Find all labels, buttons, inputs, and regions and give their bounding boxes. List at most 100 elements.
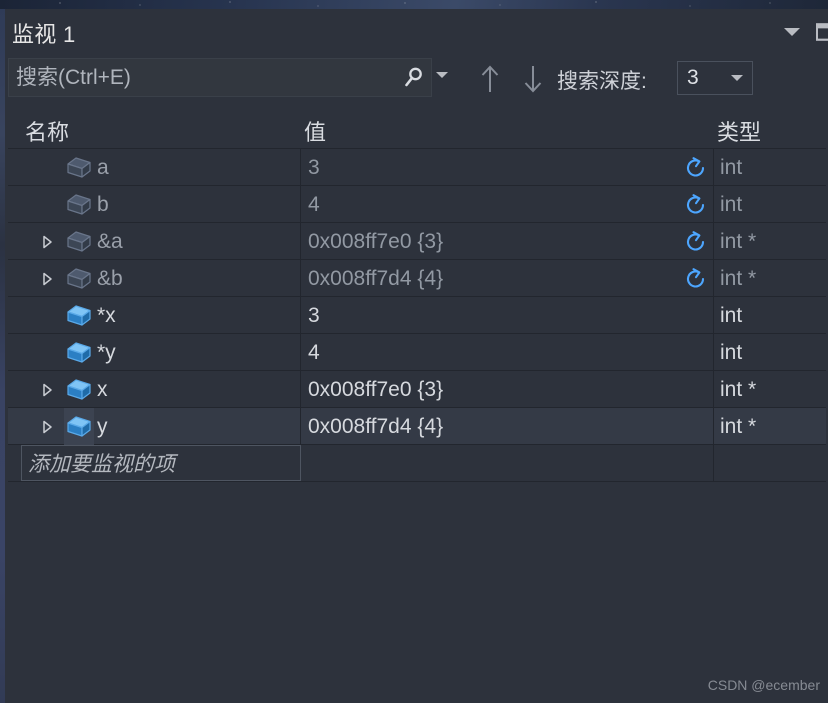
variable-cube-icon bbox=[64, 149, 94, 186]
watch-row[interactable]: b 4 int bbox=[8, 186, 826, 223]
search-depth-value: 3 bbox=[687, 66, 699, 89]
watch-row-value-cell[interactable]: 0x008ff7d4 {4} bbox=[301, 260, 713, 297]
watch-row-type: int bbox=[720, 340, 743, 364]
watch-row-type: int bbox=[720, 155, 743, 179]
search-next-arrow-down-icon[interactable] bbox=[518, 64, 548, 94]
watch-row-type: int bbox=[720, 303, 743, 327]
watch-row-value-cell[interactable]: 3 bbox=[301, 297, 713, 334]
watermark: CSDN @ecember bbox=[707, 677, 820, 693]
watch-row-value-cell[interactable]: 0x008ff7e0 {3} bbox=[301, 223, 713, 260]
watch-row-type-cell: int * bbox=[714, 371, 826, 408]
search-depth-chevron-down-icon[interactable] bbox=[731, 75, 743, 81]
watch-row[interactable]: *y 4 int bbox=[8, 334, 826, 371]
watch-row-value-cell[interactable]: 4 bbox=[301, 186, 713, 223]
watch-row-value-cell[interactable]: 4 bbox=[301, 334, 713, 371]
window-dock-icon[interactable] bbox=[816, 22, 828, 42]
titlebar-actions bbox=[782, 22, 828, 42]
variable-cube-icon bbox=[64, 334, 94, 371]
watch-row-type-cell: int bbox=[714, 186, 826, 223]
variable-cube-icon bbox=[64, 371, 94, 408]
watch-row[interactable]: &b 0x008ff7d4 {4} int * bbox=[8, 260, 826, 297]
watch-row-name: &a bbox=[97, 229, 123, 253]
watch-row-value: 0x008ff7d4 {4} bbox=[308, 414, 444, 438]
column-divider-name-value bbox=[300, 445, 301, 481]
watch-row-value-cell[interactable]: 0x008ff7d4 {4} bbox=[301, 408, 713, 445]
variable-cube-icon bbox=[64, 186, 94, 223]
search-prev-arrow-up-icon[interactable] bbox=[475, 64, 505, 94]
add-watch-item-input[interactable]: 添加要监视的项 bbox=[21, 445, 300, 481]
variable-cube-icon bbox=[64, 297, 94, 334]
watch-row-name-cell[interactable]: x bbox=[8, 371, 300, 408]
watch-row-value: 4 bbox=[308, 340, 320, 364]
expand-chevron-right-icon[interactable] bbox=[34, 260, 60, 297]
watch-row-type-cell: int * bbox=[714, 408, 826, 445]
watch-add-item-row[interactable]: 添加要监视的项 bbox=[8, 445, 826, 482]
watch-row-name-cell[interactable]: y bbox=[8, 408, 300, 445]
watch-grid: 名称 值 类型 a 3 int b 4 int &a 0x008ff7e0 {3} int * &… bbox=[8, 110, 826, 482]
watch-row-value-cell[interactable]: 3 bbox=[301, 149, 713, 186]
watch-row-name: b bbox=[97, 192, 109, 216]
expand-chevron-right-icon[interactable] bbox=[34, 408, 60, 445]
expand-chevron-right-icon[interactable] bbox=[34, 371, 60, 408]
watch-row-name-cell[interactable]: &a bbox=[8, 223, 300, 260]
search-box[interactable] bbox=[8, 58, 432, 97]
watch-row-type-cell: int bbox=[714, 297, 826, 334]
watch-row-name-cell[interactable]: *x bbox=[8, 297, 300, 334]
refresh-value-icon[interactable] bbox=[684, 230, 708, 254]
column-header-type[interactable]: 类型 bbox=[717, 115, 761, 147]
watch-row-name-cell[interactable]: &b bbox=[8, 260, 300, 297]
watch-row-value: 3 bbox=[308, 155, 320, 179]
search-input[interactable] bbox=[9, 65, 397, 90]
window-title: 监视 1 bbox=[12, 22, 76, 47]
watch-row-name-cell[interactable]: a bbox=[8, 149, 300, 186]
column-divider-value-type bbox=[713, 445, 714, 481]
watch-toolbar: 搜索深度: 3 bbox=[5, 54, 828, 105]
watch-row-type-cell: int * bbox=[714, 260, 826, 297]
variable-cube-icon bbox=[64, 408, 94, 445]
watch-row-value: 0x008ff7e0 {3} bbox=[308, 229, 444, 253]
watch-row-name: *x bbox=[97, 303, 116, 327]
watch-row[interactable]: a 3 int bbox=[8, 149, 826, 186]
watch-row-name-cell[interactable]: b bbox=[8, 186, 300, 223]
watch-row[interactable]: y 0x008ff7d4 {4} int * bbox=[8, 408, 826, 445]
watch-row[interactable]: x 0x008ff7e0 {3} int * bbox=[8, 371, 826, 408]
expand-chevron-right-icon[interactable] bbox=[34, 223, 60, 260]
watch-row[interactable]: *x 3 int bbox=[8, 297, 826, 334]
variable-cube-icon bbox=[64, 260, 94, 297]
column-header-name[interactable]: 名称 bbox=[25, 115, 69, 147]
refresh-value-icon[interactable] bbox=[684, 156, 708, 180]
variable-cube-icon bbox=[64, 223, 94, 260]
desktop-background-strip bbox=[0, 0, 828, 9]
watch-row-name: &b bbox=[97, 266, 123, 290]
chevron-down-icon[interactable] bbox=[782, 22, 802, 42]
watch-row-value: 0x008ff7d4 {4} bbox=[308, 266, 444, 290]
watch-grid-header: 名称 值 类型 bbox=[8, 110, 826, 149]
watch-row[interactable]: &a 0x008ff7e0 {3} int * bbox=[8, 223, 826, 260]
watch-row-type: int * bbox=[720, 377, 757, 401]
search-depth-label: 搜索深度: bbox=[557, 70, 647, 93]
watch-row-type: int bbox=[720, 192, 743, 216]
watch-row-value: 0x008ff7e0 {3} bbox=[308, 377, 444, 401]
watch-row-name: a bbox=[97, 155, 109, 179]
watch-row-name: *y bbox=[97, 340, 116, 364]
watch-row-name: y bbox=[97, 414, 108, 438]
watch-row-type: int * bbox=[720, 229, 757, 253]
watch-row-value: 4 bbox=[308, 192, 320, 216]
search-options-chevron-down-icon[interactable] bbox=[436, 72, 448, 78]
watch-row-name: x bbox=[97, 377, 108, 401]
watch-row-value: 3 bbox=[308, 303, 320, 327]
watch-grid-body: a 3 int b 4 int &a 0x008ff7e0 {3} int * &b 0x008ff… bbox=[8, 149, 826, 482]
watch-row-type-cell: int bbox=[714, 334, 826, 371]
search-depth-combobox[interactable]: 3 bbox=[677, 61, 753, 95]
watch-row-name-cell[interactable]: *y bbox=[8, 334, 300, 371]
watch-row-type-cell: int * bbox=[714, 223, 826, 260]
add-watch-item-label: 添加要监视的项 bbox=[28, 453, 175, 476]
column-header-value[interactable]: 值 bbox=[304, 115, 326, 147]
refresh-value-icon[interactable] bbox=[684, 267, 708, 291]
watch-row-type: int * bbox=[720, 414, 757, 438]
refresh-value-icon[interactable] bbox=[684, 193, 708, 217]
watch-row-value-cell[interactable]: 0x008ff7e0 {3} bbox=[301, 371, 713, 408]
watch-row-type: int * bbox=[720, 266, 757, 290]
search-icon[interactable] bbox=[397, 66, 431, 90]
watch-row-type-cell: int bbox=[714, 149, 826, 186]
